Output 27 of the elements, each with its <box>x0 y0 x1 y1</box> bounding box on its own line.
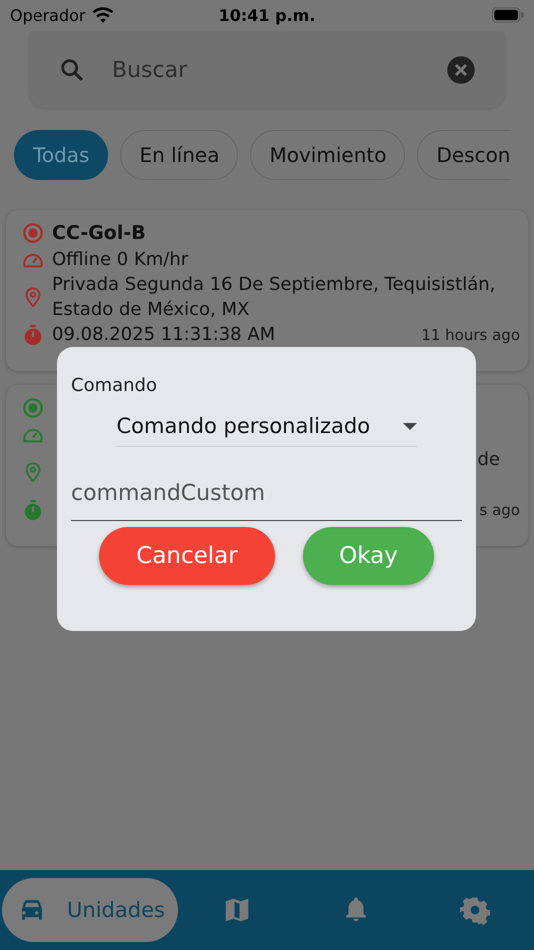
confirm-button[interactable]: Okay <box>303 527 434 585</box>
car-tab[interactable]: Unidades <box>2 878 178 942</box>
command-input[interactable]: commandCustom <box>71 477 462 521</box>
caret-icon <box>402 422 416 430</box>
wifi-icon <box>92 6 114 24</box>
unit-speed: Offline 0 Km/hr <box>52 249 188 270</box>
filter-chip[interactable]: Descon <box>417 130 510 180</box>
unit-address: Estado de México, MX <box>52 298 250 322</box>
filter-chip[interactable]: Todas <box>14 130 108 180</box>
unit-name: CC-Gol-B <box>52 222 146 244</box>
clock-time: 10:41 p.m. <box>218 6 316 24</box>
search-field[interactable]: Buscar <box>30 32 504 108</box>
unit-address: de <box>478 448 500 472</box>
filter-chip[interactable]: Movimiento <box>250 130 406 180</box>
dialog-title: Comando <box>71 375 158 396</box>
search-input[interactable]: Buscar <box>110 56 422 84</box>
settings-icon <box>460 895 490 925</box>
unit-address: Privada Segunda 16 De Septiembre, Tequisistlán, <box>52 273 496 297</box>
carrier-name: Operador <box>10 6 86 24</box>
command-dropdown[interactable]: Comando personalizado <box>116 414 416 447</box>
battery-icon <box>492 7 524 23</box>
filter-chip[interactable]: En línea <box>120 130 238 180</box>
cancel-button[interactable]: Cancelar <box>99 527 275 585</box>
relative-time: s ago <box>480 500 520 518</box>
clear-icon[interactable] <box>446 55 476 85</box>
unit-timestamp: 09.08.2025 11:31:38 AM <box>52 324 276 345</box>
relative-time: 11 hours ago <box>421 326 520 344</box>
